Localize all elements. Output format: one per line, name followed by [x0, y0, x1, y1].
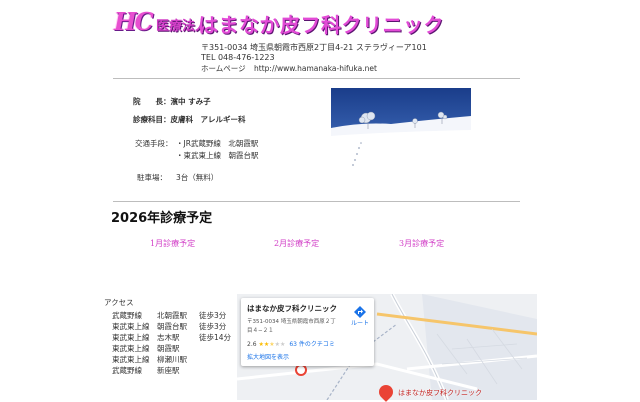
parking-label: 駐車場： — [137, 173, 167, 182]
route-label[interactable]: ルート — [351, 318, 369, 327]
homepage-link[interactable]: http://www.hamanaka-hifuka.net — [254, 64, 377, 73]
access-row: 東武東上線 朝霞台駅 徒歩3分 — [112, 322, 227, 331]
enlarge-map-link[interactable]: 拡大地図を表示 — [247, 352, 289, 361]
clinic-photo — [331, 88, 471, 167]
clinic-logo-mark: HC — [114, 7, 154, 36]
map-rating: 2.6 ★★★★★ 63 件のクチコミ — [247, 339, 335, 348]
postal-address: 〒351-0034 埼玉県朝霞市西原2丁目4-21 ステラヴィーア101 — [201, 43, 427, 52]
access-row: 武蔵野線 新座駅 — [112, 366, 180, 375]
map-info-card: はまなか皮フ科クリニック 〒351-0034 埼玉県朝霞市西原２丁目４−２１ 2… — [241, 298, 374, 366]
parking-value: 3台（無料） — [176, 173, 219, 182]
telephone: TEL 048-476-1223 — [201, 53, 275, 62]
departments-value: 皮膚科 アレルギー科 — [170, 115, 246, 124]
transport-line-1: ・JR武蔵野線 北朝霞駅 — [176, 139, 259, 148]
transport-label: 交通手段： — [135, 139, 173, 148]
map-place-address: 〒351-0034 埼玉県朝霞市西原２丁目４−２１ — [247, 319, 336, 334]
access-row: 東武東上線 朝霞駅 — [112, 344, 180, 353]
map-marker-label: はまなか皮フ科クリニック — [398, 389, 482, 397]
schedule-divider — [113, 201, 520, 202]
transport-line-2: ・東武東上線 朝霞台駅 — [176, 151, 259, 160]
departments-row: 診療科目：皮膚科 アレルギー科 — [133, 114, 246, 125]
header-divider — [113, 78, 520, 79]
schedule-link-jan[interactable]: 1月診療予定 — [150, 238, 195, 249]
director-name: 濱中 すみ子 — [170, 97, 211, 106]
departments-label: 診療科目： — [133, 115, 171, 124]
map-place-name: はまなか皮フ科クリニック — [247, 304, 337, 313]
reviews-link[interactable]: 63 件のクチコミ — [289, 341, 335, 348]
rating-stars-icon: ★★★★★ — [258, 341, 286, 348]
director-label: 院 長： — [133, 97, 171, 106]
clinic-name-title: はまなか皮フ科クリニック — [198, 13, 444, 37]
directions-icon[interactable] — [354, 303, 366, 318]
access-row: 武蔵野線 北朝霞駅 徒歩3分 — [112, 311, 227, 320]
schedule-heading: 2026年診療予定 — [111, 211, 213, 226]
rating-value: 2.6 — [247, 341, 257, 348]
access-title: アクセス — [104, 298, 134, 307]
homepage-line: ホームページ http://www.hamanaka-hifuka.net — [201, 63, 377, 74]
schedule-link-feb[interactable]: 2月診療予定 — [274, 238, 319, 249]
access-row: 東武東上線 柳瀬川駅 — [112, 355, 187, 364]
access-row: 東武東上線 志木駅 徒歩14分 — [112, 333, 232, 342]
homepage-label: ホームページ — [201, 64, 246, 73]
schedule-link-mar[interactable]: 3月診療予定 — [399, 238, 444, 249]
director-row: 院 長：濱中 すみ子 — [133, 96, 211, 107]
